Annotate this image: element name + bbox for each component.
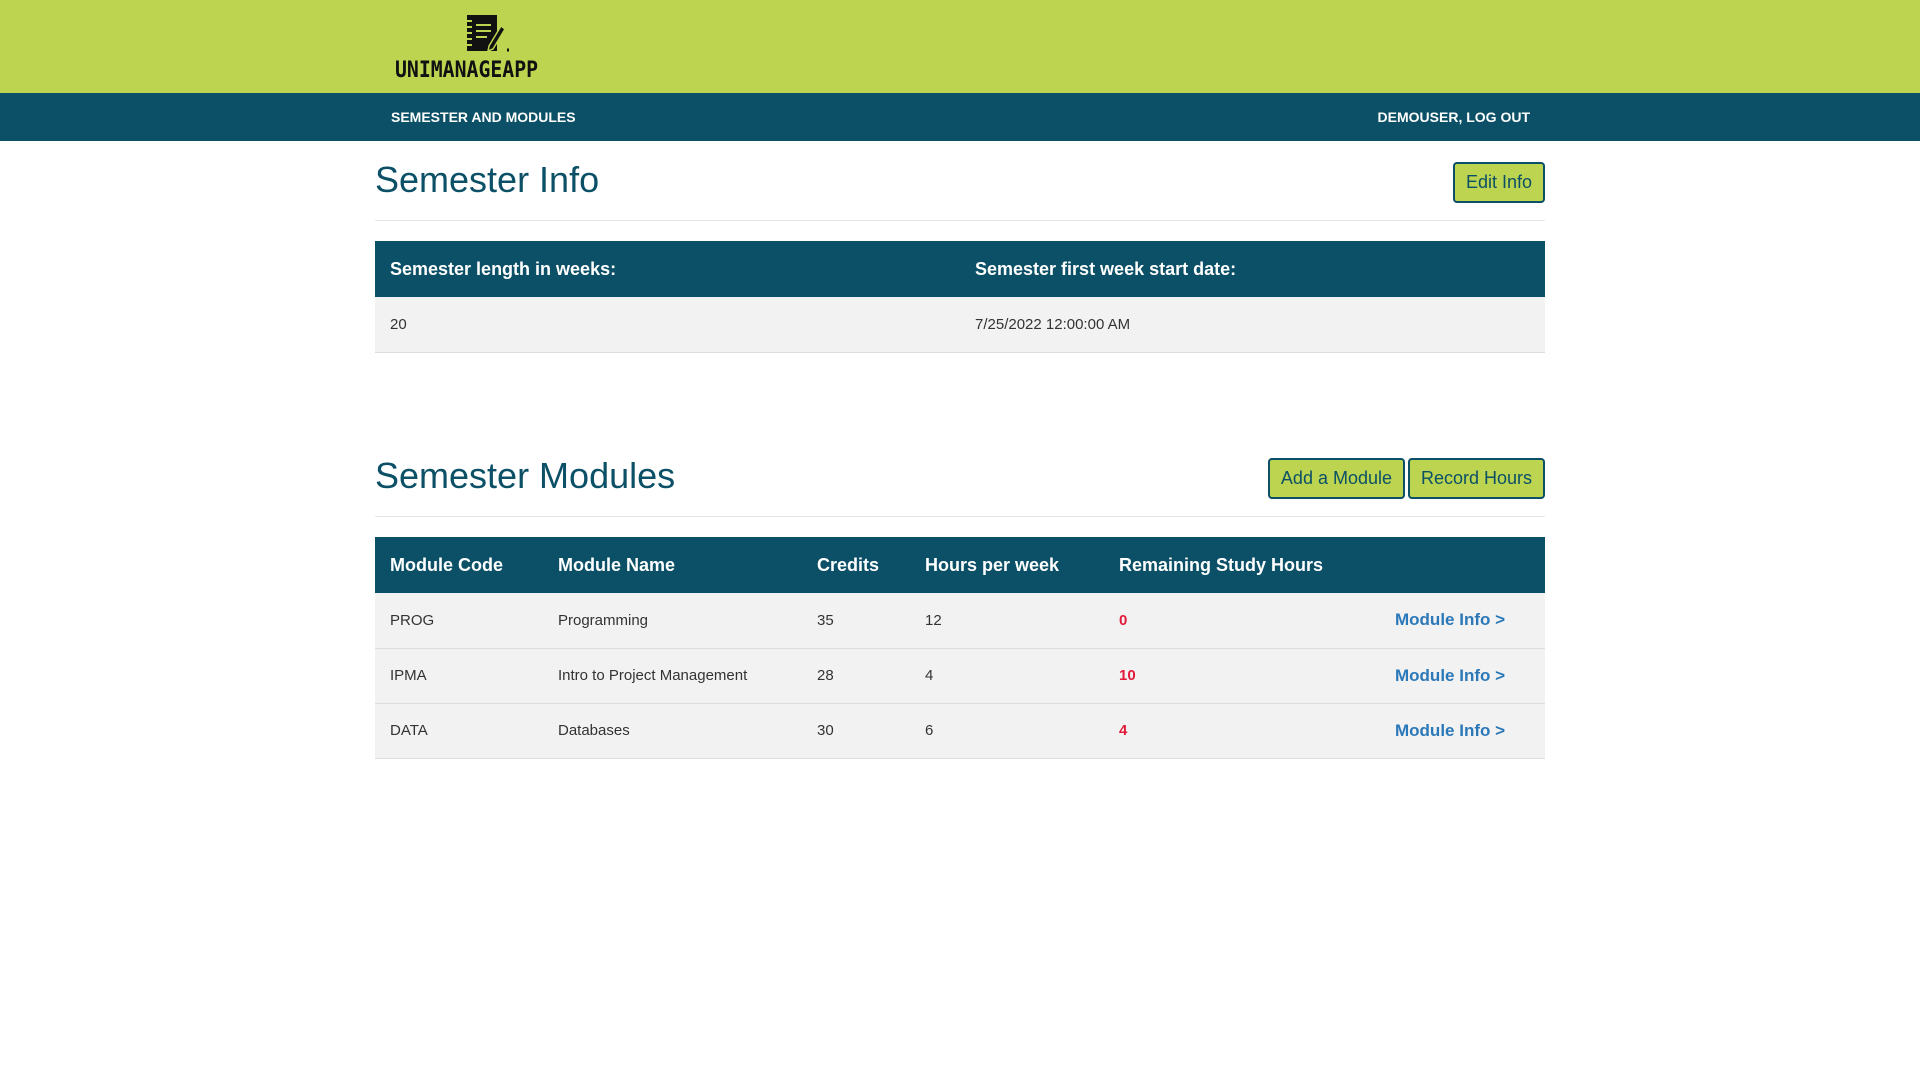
semester-info-title: Semester Info [375,159,600,200]
table-row: 20 7/25/2022 12:00:00 AM [375,297,1545,353]
table-row: DATA Databases 30 6 4 Module Info > [375,703,1545,759]
header-semester-length: Semester length in weeks: [375,241,960,297]
module-hours: 12 [910,593,1104,649]
module-name: Intro to Project Management [543,648,802,704]
module-name: Databases [543,703,802,759]
add-module-button[interactable]: Add a Module [1267,458,1405,499]
module-actions-cell: Module Info > [1380,648,1545,704]
module-code: PROG [375,593,543,649]
start-date-value: 7/25/2022 12:00:00 AM [960,297,1545,353]
header-credits: Credits [802,537,910,593]
modules-table: Module Code Module Name Credits Hours pe… [375,537,1545,759]
main-nav: SEMESTER AND MODULES DEMOUSER, LOG OUT [0,93,1920,141]
module-credits: 35 [802,593,910,649]
module-info-link[interactable]: Module Info > [1395,666,1505,685]
header-module-code: Module Code [375,537,543,593]
semester-modules-section: Semester Modules Add a Module Record Hou… [375,437,1545,759]
semester-info-section: Semester Info Edit Info Semester length … [375,141,1545,353]
header-hours-per-week: Hours per week [910,537,1104,593]
header-module-name: Module Name [543,537,802,593]
record-hours-button[interactable]: Record Hours [1407,458,1545,499]
semester-length-value: 20 [375,297,960,353]
nav-semester-and-modules[interactable]: SEMESTER AND MODULES [391,93,576,141]
app-logo[interactable]: UNIMANAGEAPP [393,12,569,83]
module-remaining-hours: 10 [1104,648,1380,704]
module-hours: 4 [910,648,1104,704]
module-actions-cell: Module Info > [1380,703,1545,759]
module-name: Programming [543,593,802,649]
module-remaining-hours: 0 [1104,593,1380,649]
semester-info-header: Semester Info Edit Info [375,141,1545,221]
table-header-row: Module Code Module Name Credits Hours pe… [375,537,1545,593]
notebook-pencil-icon [467,15,509,53]
module-hours: 6 [910,703,1104,759]
module-info-link[interactable]: Module Info > [1395,721,1505,740]
module-credits: 30 [802,703,910,759]
header-actions [1380,537,1545,593]
semester-modules-header: Semester Modules Add a Module Record Hou… [375,437,1545,517]
module-code: IPMA [375,648,543,704]
logo-text: UNIMANAGEAPP [395,58,539,83]
edit-info-button[interactable]: Edit Info [1452,162,1545,203]
semester-modules-title: Semester Modules [375,455,676,496]
module-info-link[interactable]: Module Info > [1395,610,1505,629]
module-code: DATA [375,703,543,759]
table-row: PROG Programming 35 12 0 Module Info > [375,593,1545,649]
header-remaining-hours: Remaining Study Hours [1104,537,1380,593]
module-actions-cell: Module Info > [1380,593,1545,649]
module-credits: 28 [802,648,910,704]
nav-logout[interactable]: DEMOUSER, LOG OUT [1378,93,1530,141]
table-header-row: Semester length in weeks: Semester first… [375,241,1545,297]
semester-info-table: Semester length in weeks: Semester first… [375,241,1545,353]
module-remaining-hours: 4 [1104,703,1380,759]
table-row: IPMA Intro to Project Management 28 4 10… [375,648,1545,704]
header-start-date: Semester first week start date: [960,241,1545,297]
top-banner: UNIMANAGEAPP [0,0,1920,93]
